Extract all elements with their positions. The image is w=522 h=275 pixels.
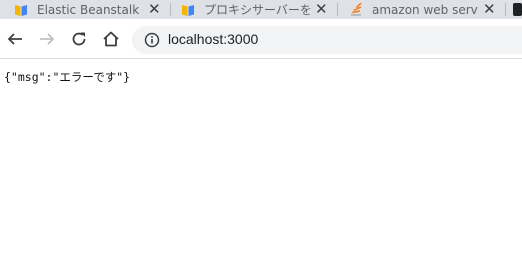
- tab-partial[interactable]: [513, 0, 522, 19]
- tab-title: amazon web services: [372, 2, 478, 17]
- tab-strip: Elastic Beanstalk へのアク ✕ プロキシサーバーを設定す ✕ …: [0, 0, 522, 19]
- close-icon[interactable]: ✕: [148, 2, 161, 17]
- tab-separator: [170, 3, 171, 16]
- tab-elastic-beanstalk[interactable]: Elastic Beanstalk へのアク ✕: [14, 0, 169, 19]
- url-text: localhost:3000: [168, 31, 259, 47]
- home-icon: [103, 31, 119, 47]
- app-icon: [513, 3, 522, 16]
- forward-button[interactable]: [36, 28, 58, 50]
- stack-icon: [349, 1, 363, 17]
- tab-amazon-web-services[interactable]: amazon web services ✕: [349, 0, 504, 19]
- close-icon[interactable]: ✕: [315, 2, 328, 17]
- browser-toolbar: localhost:3000: [0, 19, 522, 59]
- tab-title: プロキシサーバーを設定す: [204, 3, 311, 17]
- address-bar[interactable]: localhost:3000: [132, 26, 522, 54]
- info-icon[interactable]: [144, 32, 160, 52]
- home-button[interactable]: [100, 28, 122, 50]
- tab-title: Elastic Beanstalk へのアク: [37, 3, 144, 17]
- arrow-right-icon: [40, 33, 55, 45]
- page-content: {"msg":"エラーです"}: [0, 60, 522, 275]
- book-icon: [181, 3, 195, 17]
- reload-button[interactable]: [68, 28, 90, 50]
- back-button[interactable]: [4, 28, 26, 50]
- tab-proxy-server[interactable]: プロキシサーバーを設定す ✕: [181, 0, 336, 19]
- arrow-left-icon: [7, 33, 22, 45]
- close-icon[interactable]: ✕: [483, 2, 496, 17]
- json-response-text: {"msg":"エラーです"}: [4, 70, 131, 84]
- book-icon: [14, 3, 28, 17]
- reload-icon: [72, 32, 86, 46]
- tab-separator: [505, 3, 506, 16]
- tab-separator: [337, 3, 338, 16]
